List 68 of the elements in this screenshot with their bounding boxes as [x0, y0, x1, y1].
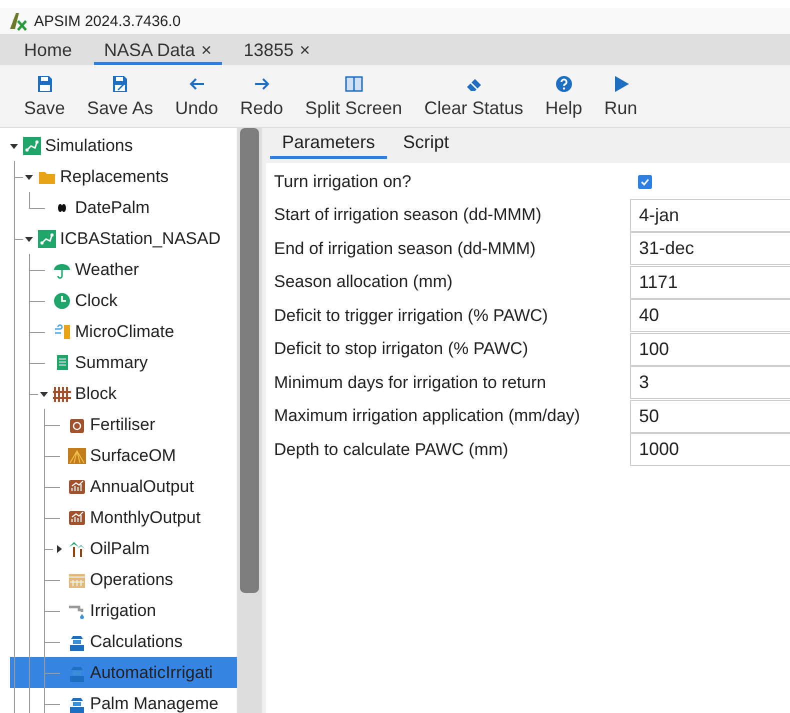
clear-button[interactable]: Clear Status	[414, 65, 534, 127]
property-label: Turn irrigation on?	[273, 172, 412, 192]
value-field[interactable]: 100	[630, 332, 790, 366]
tree-item[interactable]: AutomaticIrrigati	[10, 657, 237, 688]
split-screen-icon	[344, 74, 364, 94]
tree-item[interactable]: Block	[10, 378, 237, 409]
check-icon	[640, 176, 650, 187]
network-icon	[38, 230, 56, 248]
tree-item[interactable]: Calculations	[10, 626, 237, 657]
editor-tab[interactable]: Parameters	[270, 128, 388, 159]
tree-item[interactable]: MonthlyOutput	[10, 502, 237, 533]
palm-tree-icon	[68, 540, 86, 558]
chart-icon	[68, 478, 86, 496]
fence-icon	[53, 384, 71, 402]
tree-item[interactable]: Clock	[10, 285, 237, 316]
editor-tab[interactable]: Script	[391, 128, 462, 159]
property-label: End of irrigation season (dd-MMM)	[273, 238, 537, 259]
property-label: Minimum days for irrigation to return	[273, 372, 548, 393]
chart-icon	[68, 508, 86, 526]
close-button[interactable]: ×	[300, 40, 310, 60]
clock-icon	[53, 292, 71, 310]
help-icon	[554, 74, 574, 94]
document-tab[interactable]: Home	[14, 34, 82, 65]
document-tab[interactable]: 13855 ×	[234, 34, 320, 65]
app-logo-icon	[8, 11, 28, 31]
tree-item[interactable]: Palm Manageme	[10, 688, 237, 713]
value-field[interactable]: 4-jan	[630, 198, 790, 232]
tree-item[interactable]: OilPalm	[10, 533, 237, 564]
tree-item[interactable]: Summary	[10, 347, 237, 378]
field-icon	[68, 446, 86, 464]
tree-item[interactable]: SurfaceOM	[10, 440, 237, 471]
value-field[interactable]: 3	[630, 366, 790, 400]
property-label: Deficit to trigger irrigation (% PAWC)	[273, 306, 549, 326]
value-field[interactable]: 1000	[630, 433, 790, 466]
split-button[interactable]: Split Screen	[295, 65, 412, 127]
value-field[interactable]: 31-dec	[630, 232, 790, 266]
property-label: Start of irrigation season (dd-MMM)	[273, 205, 542, 226]
scrollbar-thumb[interactable]	[240, 128, 259, 593]
close-button[interactable]: ×	[201, 40, 212, 60]
value-field[interactable]: 1171	[630, 266, 790, 299]
tree-item[interactable]: Replacements	[10, 161, 237, 192]
value-field[interactable]: 40	[630, 299, 790, 332]
help-button[interactable]: Help	[535, 65, 592, 127]
property-label: Maximum irrigation application (mm/day)	[273, 406, 582, 426]
tree-item[interactable]: Fertiliser	[10, 409, 237, 440]
expander-icon[interactable]	[54, 544, 64, 554]
tree-item[interactable]: MicroClimate	[10, 316, 237, 347]
save-as-button[interactable]: Save As	[77, 65, 164, 127]
redo-button[interactable]: Redo	[230, 65, 294, 127]
tree-item[interactable]: Simulations	[10, 130, 237, 161]
tree-item[interactable]: Operations	[10, 564, 237, 595]
property-label: Depth to calculate PAWC (mm)	[273, 440, 510, 460]
tree-item[interactable]: AnnualOutput	[10, 471, 237, 502]
window-title: APSIM 2024.3.7436.0	[33, 12, 182, 30]
property-label: Season allocation (mm)	[273, 272, 454, 292]
save-button[interactable]: Save	[14, 65, 76, 127]
wind-icon	[53, 322, 71, 340]
tree-item[interactable]: Irrigation	[10, 595, 237, 626]
network-icon	[23, 136, 41, 154]
tree-item[interactable]: Weather	[10, 254, 237, 285]
tree-item[interactable]: ICBAStation_NASAD	[10, 223, 237, 254]
property-label: Deficit to stop irrigaton (% PAWC)	[273, 339, 530, 360]
undo-button[interactable]: Undo	[165, 65, 228, 127]
tree-item[interactable]: DatePalm	[10, 192, 237, 223]
value-field[interactable]: 50	[630, 400, 790, 433]
checkbox[interactable]	[638, 174, 652, 189]
scrollbar[interactable]	[237, 128, 262, 713]
run-button[interactable]: Run	[594, 65, 648, 127]
